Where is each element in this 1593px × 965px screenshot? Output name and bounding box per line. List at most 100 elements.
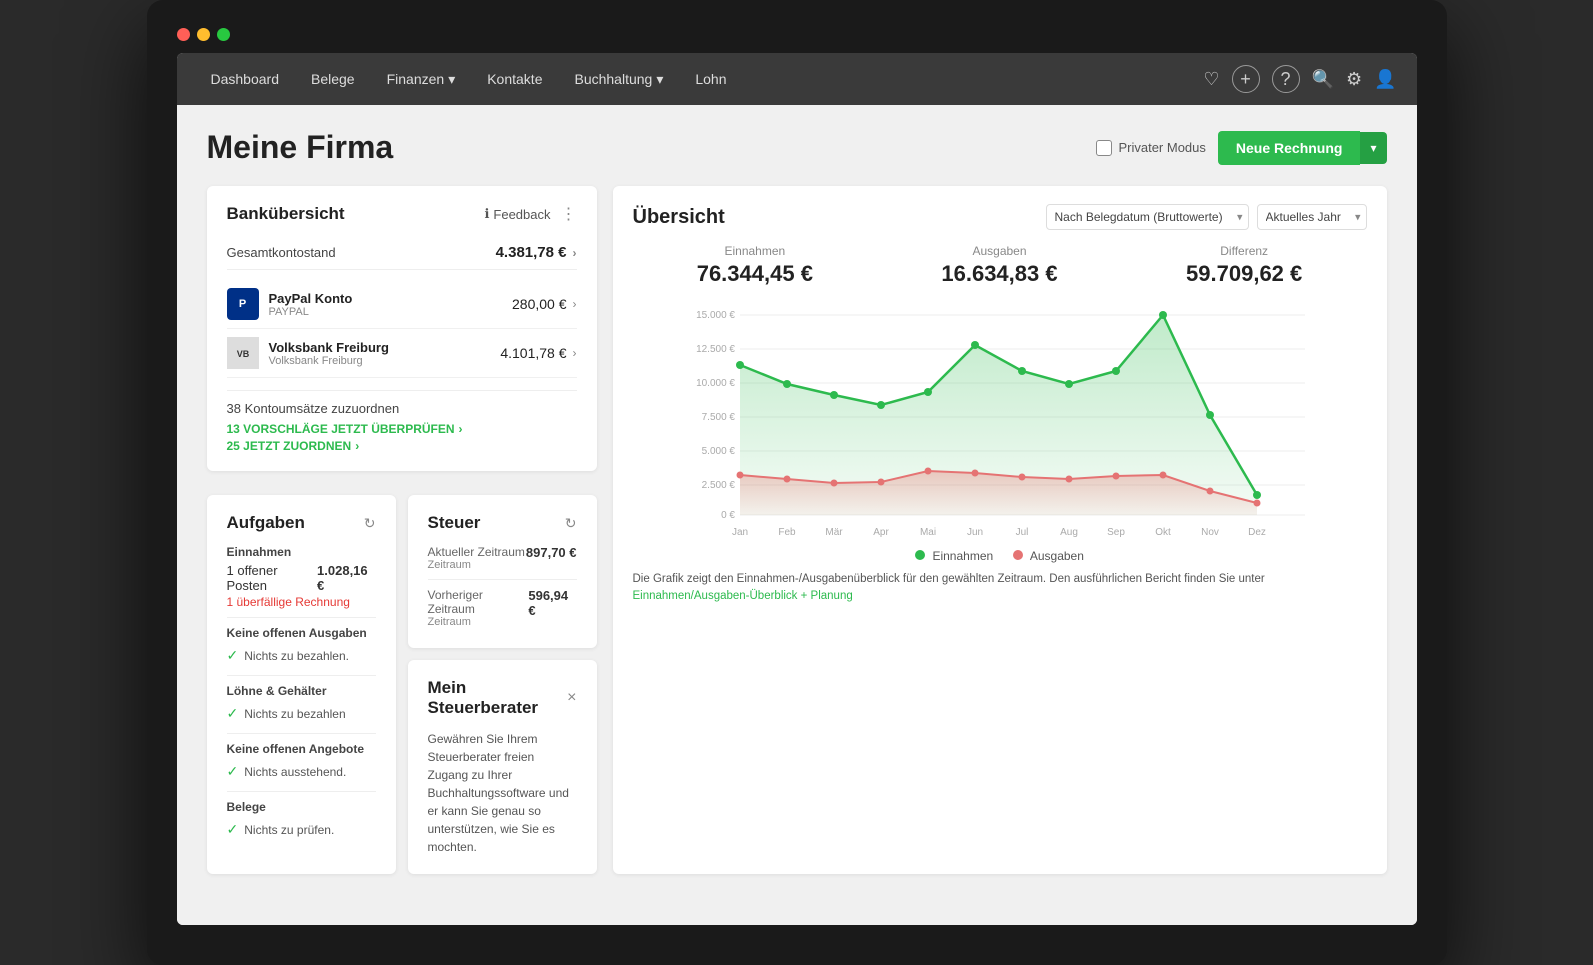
user-icon[interactable]: 👤 — [1374, 69, 1396, 90]
chart-dot-ausgaben — [1159, 472, 1166, 479]
chart-dot — [783, 380, 791, 388]
zuordnen-section: 38 Kontoumsätze zuzuordnen 13 VORSCHLÄGE… — [227, 390, 577, 453]
nav-finanzen[interactable]: Finanzen ▾ — [373, 65, 470, 94]
aktueller-zeitraum-row: Aktueller Zeitraum Zeitraum 897,70 € — [428, 545, 577, 571]
zuordnen-link[interactable]: 25 JETZT ZUORDNEN › — [227, 439, 577, 453]
help-icon[interactable]: ? — [1272, 65, 1300, 93]
svg-text:Dez: Dez — [1248, 527, 1266, 538]
differenz-stat-value: 59.709,62 € — [1122, 261, 1367, 287]
steuer-refresh-icon[interactable]: ↻ — [565, 515, 577, 532]
einnahmen-stat-label: Einnahmen — [633, 244, 878, 258]
svg-text:5.000 €: 5.000 € — [701, 446, 735, 457]
private-mode-checkbox[interactable] — [1096, 140, 1112, 156]
close-dot[interactable] — [177, 28, 190, 41]
uebersicht-title: Übersicht — [633, 206, 725, 229]
filter1-wrapper: Nach Belegdatum (Bruttowerte) — [1046, 204, 1249, 230]
minimize-dot[interactable] — [197, 28, 210, 41]
belege-no-items-text: Nichts zu prüfen. — [244, 823, 334, 837]
chart-dot-ausgaben — [1206, 488, 1213, 495]
chart-dot — [971, 341, 979, 349]
svg-text:15.000 €: 15.000 € — [696, 310, 735, 321]
search-icon[interactable]: 🔍 — [1312, 69, 1334, 90]
steuer-card: Steuer ↻ Aktueller Zeitraum Zeitraum 897… — [408, 495, 597, 648]
nav-buchhaltung[interactable]: Buchhaltung ▾ — [560, 65, 677, 94]
heart-icon[interactable]: ♡ — [1203, 69, 1219, 90]
chart-dot — [736, 361, 744, 369]
chart-legend: Einnahmen Ausgaben — [633, 549, 1367, 563]
chart-container: 15.000 € 12.500 € 10.000 € 7.500 € 5.000… — [633, 303, 1367, 543]
chart-dot-ausgaben — [877, 479, 884, 486]
settings-icon[interactable]: ⚙ — [1346, 69, 1362, 90]
steuerberater-close-icon[interactable]: × — [567, 689, 576, 707]
chart-dot-ausgaben — [736, 472, 743, 479]
chart-dot — [924, 388, 932, 396]
chart-note: Die Grafik zeigt den Einnahmen-/Ausgaben… — [633, 571, 1367, 606]
aktueller-zeitraum-label: Aktueller Zeitraum — [428, 545, 525, 559]
nav-belege[interactable]: Belege — [297, 65, 369, 93]
chart-dot — [1065, 380, 1073, 388]
gesamtkontostand-chevron: › — [573, 246, 577, 260]
nav-icons: ♡ + ? 🔍 ⚙ 👤 — [1203, 65, 1396, 93]
paypal-account-row[interactable]: P PayPal Konto PAYPAL 280,00 € › — [227, 280, 577, 329]
gesamtkontostand-value[interactable]: 4.381,78 € › — [496, 244, 577, 261]
svg-text:Jun: Jun — [966, 527, 982, 538]
feedback-link[interactable]: ℹ Feedback — [484, 206, 550, 222]
private-mode-label: Privater Modus — [1118, 140, 1205, 155]
svg-text:7.500 €: 7.500 € — [701, 412, 735, 423]
steuerberater-card: Mein Steuerberater × Gewähren Sie Ihrem … — [408, 660, 597, 874]
more-options-icon[interactable]: ⋮ — [561, 204, 577, 224]
chart-dot-ausgaben — [1253, 500, 1260, 507]
plus-icon[interactable]: + — [1232, 65, 1260, 93]
steuer-card-header: Steuer ↻ — [428, 513, 577, 533]
offener-posten-amount: 1.028,16 € — [317, 563, 375, 593]
svg-text:Okt: Okt — [1155, 527, 1171, 538]
zuordnen-label: 38 Kontoumsätze zuzuordnen — [227, 401, 577, 416]
einnahmen-section-label: Einnahmen — [227, 545, 376, 559]
gesamtkontostand-row: Gesamtkontostand 4.381,78 € › — [227, 236, 577, 270]
neue-rechnung-button[interactable]: Neue Rechnung — [1218, 131, 1361, 165]
einnahmen-legend-item: Einnahmen — [915, 549, 993, 563]
maximize-dot[interactable] — [217, 28, 230, 41]
filter1-select[interactable]: Nach Belegdatum (Bruttowerte) — [1046, 204, 1249, 230]
ausgaben-section-label: Keine offenen Ausgaben — [227, 626, 376, 640]
steuerberater-title: Mein Steuerberater — [428, 678, 568, 718]
nav-lohn[interactable]: Lohn — [681, 65, 740, 93]
chart-dot — [830, 391, 838, 399]
header-right: Privater Modus Neue Rechnung ▾ — [1096, 131, 1386, 165]
aktueller-zeitraum-sub: Zeitraum — [428, 559, 525, 571]
ausgaben-no-items: ✓ Nichts zu bezahlen. — [227, 644, 376, 667]
ausgaben-legend-item: Ausgaben — [1013, 549, 1084, 563]
svg-text:Mai: Mai — [919, 527, 935, 538]
angebote-no-items: ✓ Nichts ausstehend. — [227, 760, 376, 783]
einnahmen-row: 1 offener Posten 1.028,16 € — [227, 563, 376, 593]
chart-dot-ausgaben — [971, 470, 978, 477]
page-title: Meine Firma — [207, 129, 394, 166]
volksbank-amount: 4.101,78 € › — [500, 345, 576, 361]
volksbank-name: Volksbank Freiburg — [269, 340, 389, 355]
chart-dot-ausgaben — [924, 468, 931, 475]
neue-rechnung-dropdown[interactable]: ▾ — [1360, 132, 1386, 164]
chart-dot — [1253, 491, 1261, 499]
chart-dot — [1206, 411, 1214, 419]
volksbank-chevron: › — [573, 346, 577, 360]
volksbank-account-left: VB Volksbank Freiburg Volksbank Freiburg — [227, 337, 389, 369]
volksbank-account-row[interactable]: VB Volksbank Freiburg Volksbank Freiburg… — [227, 329, 577, 378]
svg-text:Aug: Aug — [1060, 527, 1078, 538]
filter2-select[interactable]: Aktuelles Jahr — [1257, 204, 1367, 230]
ausgaben-stat-value: 16.634,83 € — [877, 261, 1122, 287]
svg-text:Mär: Mär — [825, 527, 843, 538]
private-mode-toggle[interactable]: Privater Modus — [1096, 140, 1205, 156]
aufgaben-refresh-icon[interactable]: ↻ — [364, 515, 376, 532]
nav-dashboard[interactable]: Dashboard — [197, 65, 294, 93]
nav-kontakte[interactable]: Kontakte — [473, 65, 556, 93]
vorschlaege-link[interactable]: 13 VORSCHLÄGE JETZT ÜBERPRÜFEN › — [227, 422, 577, 436]
belege-check-icon: ✓ — [227, 821, 239, 838]
steuerberater-text: Gewähren Sie Ihrem Steuerberater freien … — [428, 730, 577, 856]
paypal-sub: PAYPAL — [269, 306, 353, 318]
ueberfaellig-link[interactable]: 1 überfällige Rechnung — [227, 595, 376, 609]
paypal-logo: P — [227, 288, 259, 320]
loehne-no-items-text: Nichts zu bezahlen — [244, 707, 345, 721]
chart-note-link[interactable]: Einnahmen/Ausgaben-Überblick + Planung — [633, 590, 853, 602]
steuer-title: Steuer — [428, 513, 481, 533]
zuordnen-links: 13 VORSCHLÄGE JETZT ÜBERPRÜFEN › 25 JETZ… — [227, 422, 577, 453]
